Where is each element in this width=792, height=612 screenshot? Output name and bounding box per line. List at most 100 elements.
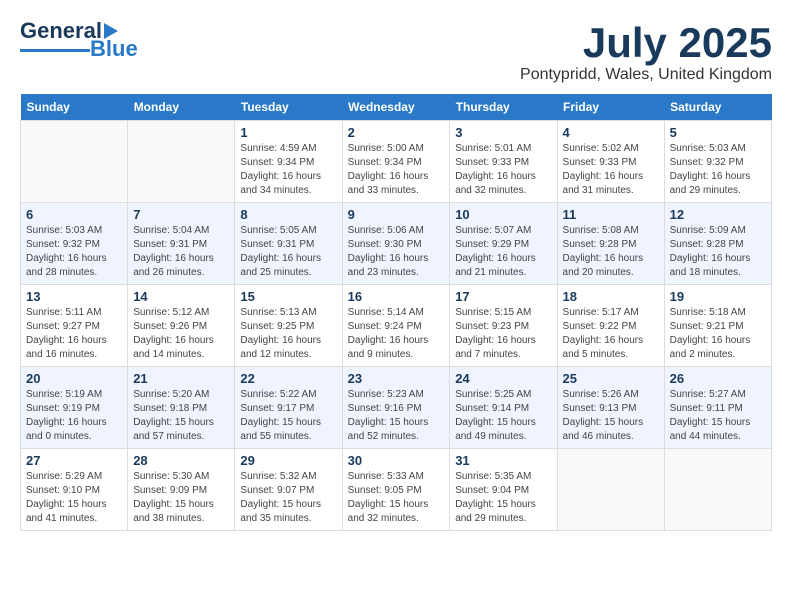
day-number: 10 xyxy=(455,207,551,222)
day-cell: 2 Sunrise: 5:00 AM Sunset: 9:34 PM Daylig… xyxy=(342,121,450,203)
week-row-4: 20 Sunrise: 5:19 AM Sunset: 9:19 PM Dayli… xyxy=(21,367,772,449)
day-cell: 14 Sunrise: 5:12 AM Sunset: 9:26 PM Dayli… xyxy=(128,285,235,367)
day-number: 25 xyxy=(563,371,659,386)
week-row-2: 6Sunrise: 5:03 AM Sunset: 9:32 PM Daylig… xyxy=(21,203,772,285)
day-details: Sunrise: 5:15 AM Sunset: 9:23 PM Dayligh… xyxy=(455,306,551,362)
day-details: Sunrise: 5:01 AM Sunset: 9:33 PM Dayligh… xyxy=(455,142,551,198)
col-thursday: Thursday xyxy=(450,94,557,121)
day-number: 5 xyxy=(670,125,766,140)
day-number: 21 xyxy=(133,371,229,386)
col-friday: Friday xyxy=(557,94,664,121)
day-cell: 13 Sunrise: 5:11 AM Sunset: 9:27 PM Dayli… xyxy=(21,285,128,367)
col-saturday: Saturday xyxy=(664,94,771,121)
day-number: 31 xyxy=(455,453,551,468)
day-details: Sunrise: 5:23 AM Sunset: 9:16 PM Dayligh… xyxy=(348,388,445,444)
day-number: 2 xyxy=(348,125,445,140)
day-number: 30 xyxy=(348,453,445,468)
day-details: Sunrise: 5:33 AM Sunset: 9:05 PM Dayligh… xyxy=(348,470,445,526)
day-cell: 7 Sunrise: 5:04 AM Sunset: 9:31 PM Daylig… xyxy=(128,203,235,285)
day-cell: 11 Sunrise: 5:08 AM Sunset: 9:28 PM Dayli… xyxy=(557,203,664,285)
page-header: General Blue July 2025 Pontypridd, Wales… xyxy=(20,20,772,84)
day-cell xyxy=(557,449,664,531)
day-number: 11 xyxy=(563,207,659,222)
day-number: 29 xyxy=(240,453,336,468)
day-number: 7 xyxy=(133,207,229,222)
day-number: 19 xyxy=(670,289,766,304)
day-number: 14 xyxy=(133,289,229,304)
logo-line xyxy=(20,49,90,52)
week-row-1: 1 Sunrise: 4:59 AM Sunset: 9:34 PM Daylig… xyxy=(21,121,772,203)
day-cell xyxy=(128,121,235,203)
day-cell: 22Sunrise: 5:22 AM Sunset: 9:17 PM Dayli… xyxy=(235,367,342,449)
day-cell: 28Sunrise: 5:30 AM Sunset: 9:09 PM Dayli… xyxy=(128,449,235,531)
day-cell: 10Sunrise: 5:07 AM Sunset: 9:29 PM Dayli… xyxy=(450,203,557,285)
day-number: 4 xyxy=(563,125,659,140)
day-number: 13 xyxy=(26,289,122,304)
day-number: 15 xyxy=(240,289,336,304)
day-details: Sunrise: 5:05 AM Sunset: 9:31 PM Dayligh… xyxy=(240,224,336,280)
day-cell: 15 Sunrise: 5:13 AM Sunset: 9:25 PM Dayli… xyxy=(235,285,342,367)
day-details: Sunrise: 5:12 AM Sunset: 9:26 PM Dayligh… xyxy=(133,306,229,362)
day-details: Sunrise: 5:27 AM Sunset: 9:11 PM Dayligh… xyxy=(670,388,766,444)
day-cell: 26 Sunrise: 5:27 AM Sunset: 9:11 PM Dayli… xyxy=(664,367,771,449)
day-number: 18 xyxy=(563,289,659,304)
day-number: 8 xyxy=(240,207,336,222)
day-number: 26 xyxy=(670,371,766,386)
day-cell: 12Sunrise: 5:09 AM Sunset: 9:28 PM Dayli… xyxy=(664,203,771,285)
month-title: July 2025 xyxy=(520,20,772,66)
day-cell: 6Sunrise: 5:03 AM Sunset: 9:32 PM Daylig… xyxy=(21,203,128,285)
title-block: July 2025 Pontypridd, Wales, United King… xyxy=(520,20,772,84)
day-details: Sunrise: 5:11 AM Sunset: 9:27 PM Dayligh… xyxy=(26,306,122,362)
day-cell: 20 Sunrise: 5:19 AM Sunset: 9:19 PM Dayli… xyxy=(21,367,128,449)
day-details: Sunrise: 5:13 AM Sunset: 9:25 PM Dayligh… xyxy=(240,306,336,362)
day-details: Sunrise: 5:18 AM Sunset: 9:21 PM Dayligh… xyxy=(670,306,766,362)
day-cell: 24Sunrise: 5:25 AM Sunset: 9:14 PM Dayli… xyxy=(450,367,557,449)
day-details: Sunrise: 5:30 AM Sunset: 9:09 PM Dayligh… xyxy=(133,470,229,526)
day-cell: 21Sunrise: 5:20 AM Sunset: 9:18 PM Dayli… xyxy=(128,367,235,449)
day-details: Sunrise: 5:03 AM Sunset: 9:32 PM Dayligh… xyxy=(670,142,766,198)
day-details: Sunrise: 5:29 AM Sunset: 9:10 PM Dayligh… xyxy=(26,470,122,526)
day-cell: 9Sunrise: 5:06 AM Sunset: 9:30 PM Daylig… xyxy=(342,203,450,285)
logo-blue: Blue xyxy=(90,38,138,60)
day-details: Sunrise: 5:00 AM Sunset: 9:34 PM Dayligh… xyxy=(348,142,445,198)
day-number: 3 xyxy=(455,125,551,140)
day-details: Sunrise: 5:14 AM Sunset: 9:24 PM Dayligh… xyxy=(348,306,445,362)
week-row-3: 13 Sunrise: 5:11 AM Sunset: 9:27 PM Dayli… xyxy=(21,285,772,367)
day-details: Sunrise: 5:32 AM Sunset: 9:07 PM Dayligh… xyxy=(240,470,336,526)
day-details: Sunrise: 5:04 AM Sunset: 9:31 PM Dayligh… xyxy=(133,224,229,280)
col-tuesday: Tuesday xyxy=(235,94,342,121)
calendar-table: Sunday Monday Tuesday Wednesday Thursday… xyxy=(20,94,772,531)
day-number: 17 xyxy=(455,289,551,304)
day-cell: 4 Sunrise: 5:02 AM Sunset: 9:33 PM Daylig… xyxy=(557,121,664,203)
day-details: Sunrise: 5:17 AM Sunset: 9:22 PM Dayligh… xyxy=(563,306,659,362)
day-details: Sunrise: 4:59 AM Sunset: 9:34 PM Dayligh… xyxy=(240,142,336,198)
day-details: Sunrise: 5:19 AM Sunset: 9:19 PM Dayligh… xyxy=(26,388,122,444)
day-number: 20 xyxy=(26,371,122,386)
day-cell xyxy=(21,121,128,203)
day-cell: 30 Sunrise: 5:33 AM Sunset: 9:05 PM Dayli… xyxy=(342,449,450,531)
day-details: Sunrise: 5:08 AM Sunset: 9:28 PM Dayligh… xyxy=(563,224,659,280)
day-details: Sunrise: 5:35 AM Sunset: 9:04 PM Dayligh… xyxy=(455,470,551,526)
day-cell: 19 Sunrise: 5:18 AM Sunset: 9:21 PM Dayli… xyxy=(664,285,771,367)
day-cell: 31 Sunrise: 5:35 AM Sunset: 9:04 PM Dayli… xyxy=(450,449,557,531)
day-details: Sunrise: 5:02 AM Sunset: 9:33 PM Dayligh… xyxy=(563,142,659,198)
day-cell: 25 Sunrise: 5:26 AM Sunset: 9:13 PM Dayli… xyxy=(557,367,664,449)
location-text: Pontypridd, Wales, United Kingdom xyxy=(520,66,772,84)
day-number: 27 xyxy=(26,453,122,468)
day-cell: 27 Sunrise: 5:29 AM Sunset: 9:10 PM Dayli… xyxy=(21,449,128,531)
day-number: 22 xyxy=(240,371,336,386)
day-details: Sunrise: 5:09 AM Sunset: 9:28 PM Dayligh… xyxy=(670,224,766,280)
day-details: Sunrise: 5:26 AM Sunset: 9:13 PM Dayligh… xyxy=(563,388,659,444)
day-number: 6 xyxy=(26,207,122,222)
day-number: 1 xyxy=(240,125,336,140)
day-cell: 3 Sunrise: 5:01 AM Sunset: 9:33 PM Daylig… xyxy=(450,121,557,203)
day-number: 9 xyxy=(348,207,445,222)
day-number: 23 xyxy=(348,371,445,386)
day-number: 16 xyxy=(348,289,445,304)
day-cell: 29 Sunrise: 5:32 AM Sunset: 9:07 PM Dayli… xyxy=(235,449,342,531)
week-row-5: 27 Sunrise: 5:29 AM Sunset: 9:10 PM Dayli… xyxy=(21,449,772,531)
day-cell: 5 Sunrise: 5:03 AM Sunset: 9:32 PM Daylig… xyxy=(664,121,771,203)
day-cell: 18 Sunrise: 5:17 AM Sunset: 9:22 PM Dayli… xyxy=(557,285,664,367)
day-cell: 23 Sunrise: 5:23 AM Sunset: 9:16 PM Dayli… xyxy=(342,367,450,449)
day-cell: 16 Sunrise: 5:14 AM Sunset: 9:24 PM Dayli… xyxy=(342,285,450,367)
